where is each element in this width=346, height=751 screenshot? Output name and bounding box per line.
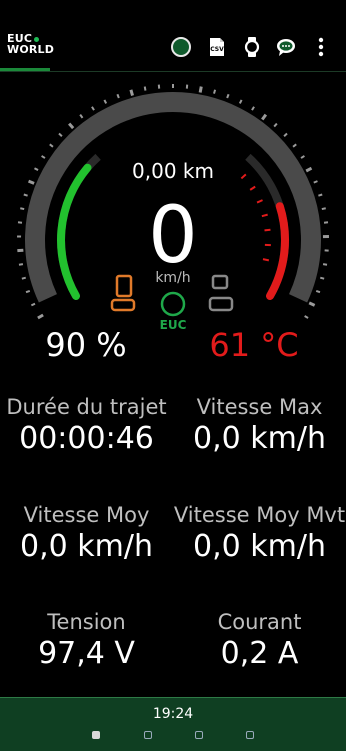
stat-label: Durée du trajet xyxy=(0,395,173,419)
stat-average-speed: Vitesse Moy 0,0 km/h xyxy=(0,503,173,564)
gauge-tick xyxy=(214,90,215,94)
gauge-tick xyxy=(293,144,296,146)
battery-percentage: 90 % xyxy=(45,326,126,364)
gauge-tick xyxy=(29,181,35,183)
temperature-tick xyxy=(241,174,245,178)
stat-label: Vitesse Moy xyxy=(0,503,173,527)
speed-gauge: 0,00 km 0 km/h EUC 90 % 61 °C xyxy=(0,80,346,380)
gauge-tick xyxy=(316,291,320,292)
stat-value: 0,0 km/h xyxy=(0,529,173,564)
app-logo: EUC WORLD xyxy=(7,33,54,55)
gauge-tick xyxy=(19,264,23,265)
gauge-tick xyxy=(309,303,314,306)
stat-label: Tension xyxy=(0,610,173,634)
speed-unit: km/h xyxy=(155,270,190,286)
gauge-tick xyxy=(262,115,266,120)
connection-status-icon[interactable] xyxy=(169,35,193,59)
gauge-tick xyxy=(26,291,30,292)
stat-value: 0,2 A xyxy=(173,636,346,671)
stat-value: 0,0 km/h xyxy=(173,421,346,456)
gauge-tick xyxy=(284,134,287,137)
nav-square-icon[interactable] xyxy=(144,731,152,739)
chat-icon[interactable] xyxy=(274,35,298,59)
stat-label: Vitesse Moy Mvt xyxy=(173,503,346,527)
gauge-tick xyxy=(69,124,73,128)
gauge-tick xyxy=(38,315,43,318)
gauge-tick xyxy=(80,115,82,118)
gauge-tick xyxy=(117,94,118,98)
bottom-status-bar: 19:24 xyxy=(0,697,346,751)
temperature-tick xyxy=(264,230,270,231)
clock: 19:24 xyxy=(0,706,346,722)
gauge-tick xyxy=(305,316,308,318)
gauge-tick xyxy=(22,278,26,279)
nav-home-icon[interactable] xyxy=(92,731,100,739)
speed-readout: 0 xyxy=(148,191,198,281)
euc-label: EUC xyxy=(160,318,187,332)
more-vertical-icon[interactable] xyxy=(309,35,333,59)
nav-square-icon[interactable] xyxy=(195,731,203,739)
gauge-tick xyxy=(145,87,146,91)
csv-file-icon[interactable]: CSV xyxy=(205,35,229,59)
gauge-tick xyxy=(301,156,304,158)
gauge-tick xyxy=(314,181,318,183)
gauge-tick xyxy=(227,94,228,98)
stat-voltage: Tension 97,4 V xyxy=(0,610,173,671)
euc-icon xyxy=(162,293,184,315)
stat-current: Courant 0,2 A xyxy=(173,610,346,671)
stat-label: Courant xyxy=(173,610,346,634)
temperature-readout: 61 °C xyxy=(209,326,298,364)
gauge-tick xyxy=(59,134,62,137)
gauge-tick xyxy=(20,208,24,209)
gauge-tick xyxy=(42,156,45,158)
logo-dot xyxy=(34,37,39,42)
gauge-tick xyxy=(34,168,38,170)
gauge-tick xyxy=(318,195,322,196)
gauge-tick xyxy=(240,100,242,104)
gauge-tick xyxy=(274,124,277,127)
stat-value: 00:00:46 xyxy=(0,421,173,456)
stat-label: Vitesse Max xyxy=(173,395,346,419)
app-toolbar: EUC WORLD CSV xyxy=(0,0,346,72)
nav-square-icon[interactable] xyxy=(246,731,254,739)
toolbar-divider xyxy=(0,71,346,72)
temperature-ticks xyxy=(241,174,270,260)
gauge-tick xyxy=(200,87,201,93)
gauge-tick xyxy=(24,195,28,196)
stat-value: 97,4 V xyxy=(0,636,173,671)
phone-battery-icon xyxy=(112,276,134,310)
gauge-tick xyxy=(322,208,326,209)
gauge-tick xyxy=(92,107,94,110)
gauge-tick xyxy=(31,304,35,306)
gauge-tick xyxy=(50,144,53,146)
gauge-tick xyxy=(306,168,311,171)
temperature-tick xyxy=(250,187,255,190)
battery-level-bar xyxy=(61,168,87,296)
stat-value: 0,0 km/h xyxy=(173,529,346,564)
stat-max-speed: Vitesse Max 0,0 km/h xyxy=(173,395,346,456)
watch-battery-icon xyxy=(210,276,232,310)
gauge-tick xyxy=(252,107,254,110)
gauge-tick xyxy=(320,278,324,279)
distance-readout: 0,00 km xyxy=(132,159,214,183)
stat-trip-duration: Durée du trajet 00:00:46 xyxy=(0,395,173,456)
temperature-tick xyxy=(262,215,268,217)
watch-icon[interactable] xyxy=(240,35,264,59)
stat-average-moving-speed: Vitesse Moy Mvt 0,0 km/h xyxy=(173,503,346,564)
gauge-tick xyxy=(131,90,133,96)
temperature-tick xyxy=(257,200,262,202)
svg-text:CSV: CSV xyxy=(210,46,224,53)
temperature-tick xyxy=(263,259,269,260)
temperature-level-bar xyxy=(270,206,285,296)
gauge-tick xyxy=(323,264,327,265)
gauge-tick xyxy=(104,100,106,104)
